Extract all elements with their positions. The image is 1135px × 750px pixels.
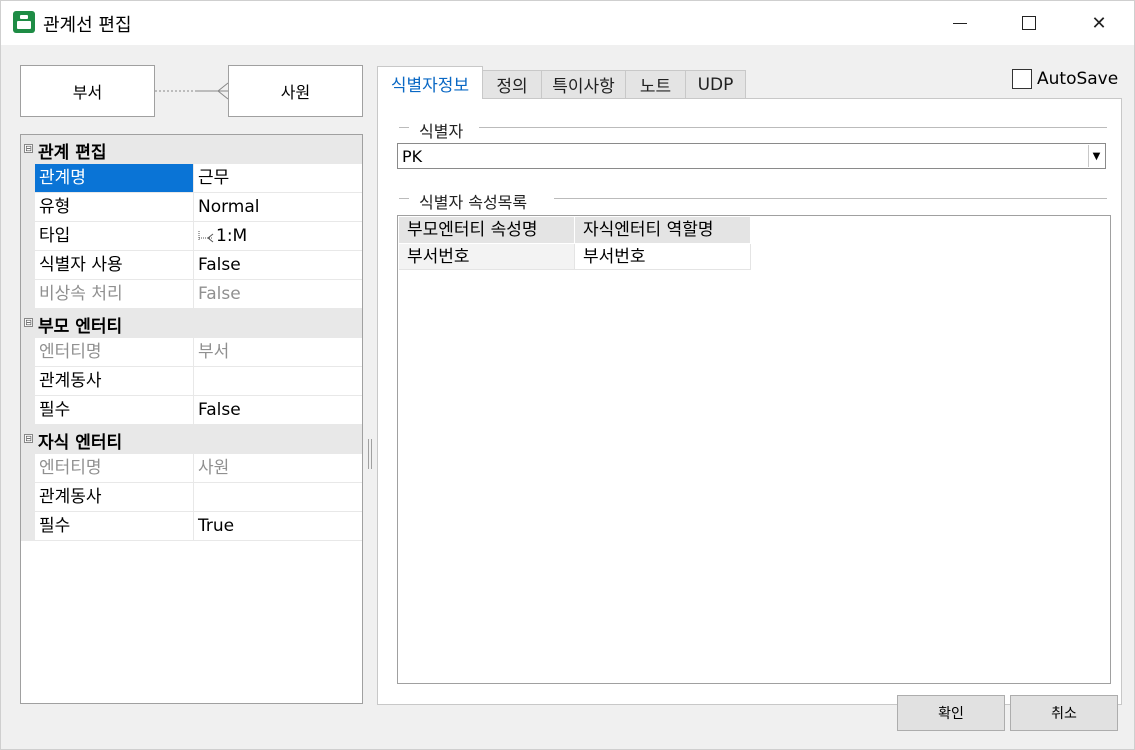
property-name: 필수	[35, 512, 193, 541]
property-name: 엔터티명	[35, 454, 193, 483]
row-margin	[21, 222, 35, 251]
section-child-entity[interactable]: ⊟ 자식 엔터티	[21, 425, 362, 454]
group-divider	[399, 127, 409, 128]
tab-remarks[interactable]: 특이사항	[541, 70, 626, 98]
property-row-relation-name[interactable]: 관계명 근무	[21, 164, 362, 193]
property-value[interactable]: 근무	[193, 164, 362, 193]
row-margin	[21, 280, 35, 309]
property-value[interactable]	[193, 367, 362, 396]
autosave-checkbox[interactable]	[1012, 69, 1032, 89]
identifier-attribute-table[interactable]: 부모엔터티 속성명 자식엔터티 역할명 부서번호 부서번호	[397, 215, 1111, 684]
property-row-child-entity-name: 엔터티명 사원	[21, 454, 362, 483]
maximize-icon	[1022, 16, 1036, 30]
cardinality-value: 1:M	[216, 226, 248, 246]
maximize-button[interactable]	[1006, 1, 1052, 45]
property-name: 관계동사	[35, 483, 193, 512]
cardinality-icon	[198, 231, 214, 243]
property-name: 필수	[35, 396, 193, 425]
parent-entity-name: 부서	[72, 83, 103, 102]
minimize-button[interactable]	[937, 1, 983, 45]
dropdown-arrow-icon[interactable]: ▼	[1088, 145, 1104, 167]
property-row-type[interactable]: 유형 Normal	[21, 193, 362, 222]
child-entity-name: 사원	[280, 83, 311, 102]
attribute-list-group-label: 식별자 속성목록	[413, 189, 534, 213]
property-name: 유형	[35, 193, 193, 222]
column-header-child-role[interactable]: 자식엔터티 역할명	[575, 217, 751, 243]
property-value: 사원	[193, 454, 362, 483]
group-divider	[479, 127, 1107, 128]
property-row-use-identifier[interactable]: 식별자 사용 False	[21, 251, 362, 280]
tab-definition[interactable]: 정의	[482, 70, 542, 98]
property-row-parent-mandatory[interactable]: 필수 False	[21, 396, 362, 425]
row-margin	[21, 483, 35, 512]
row-margin	[21, 512, 35, 541]
window-title: 관계선 편집	[43, 15, 132, 36]
property-row-parent-verb[interactable]: 관계동사	[21, 367, 362, 396]
property-grid: ⊟ 관계 편집 관계명 근무 유형 Normal 타입 1:M 식별자 사용 F…	[20, 134, 363, 704]
property-row-child-mandatory[interactable]: 필수 True	[21, 512, 362, 541]
table-cell[interactable]: 부서번호	[575, 244, 751, 270]
table-cell[interactable]: 부서번호	[399, 244, 575, 270]
section-label: 부모 엔터티	[38, 317, 123, 337]
row-margin	[21, 164, 35, 193]
column-header-parent-attribute[interactable]: 부모엔터티 속성명	[399, 217, 575, 243]
autosave-label: AutoSave	[1037, 69, 1119, 89]
property-row-cardinality[interactable]: 타입 1:M	[21, 222, 362, 251]
cancel-button[interactable]: 취소	[1010, 695, 1118, 731]
property-name: 식별자 사용	[35, 251, 193, 280]
property-name: 관계동사	[35, 367, 193, 396]
ok-button[interactable]: 확인	[897, 695, 1005, 731]
relationship-line	[155, 82, 229, 100]
property-row-parent-entity-name: 엔터티명 부서	[21, 338, 362, 367]
app-icon	[13, 11, 35, 33]
row-margin	[21, 396, 35, 425]
property-value: 부서	[193, 338, 362, 367]
row-margin	[21, 251, 35, 280]
property-value: False	[193, 280, 362, 309]
relation-edit-dialog: 관계선 편집 ✕ 부서 사원 ⊟ 관계 편집 관계명 근무 유형 Normal …	[0, 0, 1135, 750]
close-icon: ✕	[1091, 12, 1107, 34]
row-margin	[21, 193, 35, 222]
property-name: 엔터티명	[35, 338, 193, 367]
tab-identifier-info[interactable]: 식별자정보	[377, 66, 483, 99]
section-label: 관계 편집	[38, 143, 107, 163]
property-row-non-inherit: 비상속 처리 False	[21, 280, 362, 309]
section-relation[interactable]: ⊟ 관계 편집	[21, 135, 362, 164]
identifier-select-value: PK	[402, 147, 423, 166]
tab-notes[interactable]: 노트	[625, 70, 686, 98]
close-button[interactable]: ✕	[1076, 1, 1122, 45]
property-name: 관계명	[35, 164, 193, 193]
property-value[interactable]: True	[193, 512, 362, 541]
group-divider	[554, 198, 1107, 199]
group-divider	[399, 198, 409, 199]
row-margin	[21, 338, 35, 367]
collapse-icon[interactable]: ⊟	[24, 318, 33, 327]
row-margin	[21, 454, 35, 483]
identifier-select[interactable]: PK ▼	[397, 143, 1106, 169]
section-parent-entity[interactable]: ⊟ 부모 엔터티	[21, 309, 362, 338]
property-value[interactable]: Normal	[193, 193, 362, 222]
splitter-handle[interactable]	[367, 439, 373, 469]
title-bar: 관계선 편집 ✕	[1, 1, 1134, 45]
property-value[interactable]: False	[193, 251, 362, 280]
section-label: 자식 엔터티	[38, 433, 123, 453]
collapse-icon[interactable]: ⊟	[24, 434, 33, 443]
row-margin	[21, 367, 35, 396]
splitter-grip	[368, 439, 369, 469]
property-row-child-verb[interactable]: 관계동사	[21, 483, 362, 512]
property-value-cardinality[interactable]: 1:M	[193, 222, 362, 251]
property-name: 타입	[35, 222, 193, 251]
collapse-icon[interactable]: ⊟	[24, 144, 33, 153]
parent-entity-box: 부서	[20, 65, 155, 117]
autosave-toggle[interactable]: AutoSave	[1012, 69, 1118, 89]
property-value[interactable]: False	[193, 396, 362, 425]
child-entity-box: 사원	[228, 65, 363, 117]
property-value[interactable]	[193, 483, 362, 512]
property-name: 비상속 처리	[35, 280, 193, 309]
minimize-icon	[953, 22, 967, 24]
identifier-group-label: 식별자	[413, 118, 470, 142]
splitter-grip	[371, 439, 372, 469]
tab-udp[interactable]: UDP	[685, 70, 746, 98]
